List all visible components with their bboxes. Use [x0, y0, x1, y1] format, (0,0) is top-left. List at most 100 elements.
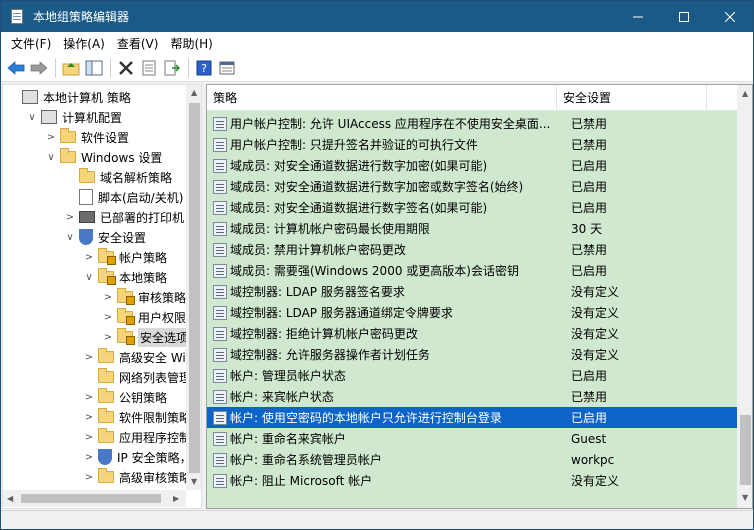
- expand-chevron-icon[interactable]: >: [83, 472, 95, 483]
- policy-row[interactable]: 帐户: 重命名来宾帐户 Guest: [207, 428, 737, 449]
- menu-file[interactable]: 文件(F): [5, 35, 57, 52]
- expand-chevron-icon[interactable]: >: [83, 432, 95, 443]
- policy-row[interactable]: 域控制器: LDAP 服务器通道绑定令牌要求 没有定义: [207, 302, 737, 323]
- show-hide-tree-button[interactable]: [83, 57, 105, 79]
- security-setting-value: 已启用: [571, 180, 608, 194]
- policy-row[interactable]: 帐户: 使用空密码的本地帐户只允许进行控制台登录 已启用: [207, 407, 737, 428]
- collapse-chevron-icon[interactable]: ∨: [26, 112, 38, 123]
- policy-row[interactable]: 帐户: 阻止 Microsoft 帐户 没有定义: [207, 470, 737, 491]
- list-vertical-scroll-thumb[interactable]: [740, 415, 751, 485]
- tree-item[interactable]: ∨ 计算机配置: [26, 107, 122, 127]
- policy-list-pane[interactable]: 策略 安全设置 用户帐户控制: 允许 UIAccess 应用程序在不使用安全桌面…: [206, 84, 753, 509]
- scroll-down-arrow-icon[interactable]: ▼: [742, 493, 748, 502]
- expand-chevron-icon[interactable]: >: [83, 352, 95, 363]
- export-icon: [164, 60, 180, 75]
- tree-item[interactable]: > 安全选项: [102, 327, 191, 347]
- tree-pane[interactable]: 本地计算机 策略 ∨ 计算机配置 > 软件设置 ∨ Windows 设置 域名解析策略 脚本(启…: [2, 84, 202, 509]
- forward-button[interactable]: [28, 57, 50, 79]
- tree-item[interactable]: 网络列表管理器: [83, 367, 201, 387]
- policy-icon: [213, 263, 227, 278]
- scroll-up-arrow-icon[interactable]: ▲: [742, 89, 748, 98]
- expand-chevron-icon[interactable]: >: [45, 132, 57, 143]
- expand-chevron-icon[interactable]: >: [102, 332, 114, 343]
- tree-item[interactable]: > 审核策略: [102, 287, 186, 307]
- tree-item[interactable]: > 帐户策略: [83, 247, 167, 267]
- tree-item[interactable]: > 高级审核策略配: [83, 467, 201, 487]
- column-header-setting[interactable]: 安全设置: [557, 85, 707, 110]
- minimize-button[interactable]: [615, 1, 661, 32]
- menu-action[interactable]: 操作(A): [57, 35, 111, 52]
- tree-vertical-scroll-thumb[interactable]: [189, 103, 200, 473]
- policy-row[interactable]: 域成员: 禁用计算机帐户密码更改 已禁用: [207, 239, 737, 260]
- policy-row[interactable]: 域成员: 对安全通道数据进行数字加密(如果可能) 已启用: [207, 155, 737, 176]
- menu-view[interactable]: 查看(V): [111, 35, 165, 52]
- security-setting-value: 已启用: [571, 159, 608, 173]
- up-folder-icon: [62, 62, 80, 75]
- tree-item[interactable]: > 用户权限分: [102, 307, 198, 327]
- security-setting-value: workpc: [571, 452, 615, 467]
- policy-icon: [213, 305, 227, 320]
- title-bar[interactable]: 本地组策略编辑器: [1, 1, 753, 32]
- tree-item[interactable]: ∨ 本地策略: [83, 267, 167, 287]
- tree-item[interactable]: > 公钥策略: [83, 387, 167, 407]
- expand-chevron-icon[interactable]: >: [83, 252, 95, 263]
- column-header-policy[interactable]: 策略: [207, 85, 557, 110]
- policy-row[interactable]: 域控制器: LDAP 服务器签名要求 没有定义: [207, 281, 737, 302]
- policy-row[interactable]: 域成员: 对安全通道数据进行数字签名(如果可能) 已启用: [207, 197, 737, 218]
- tree-item[interactable]: ∨ Windows 设置: [45, 147, 162, 167]
- up-folder-button[interactable]: [60, 57, 82, 79]
- policy-row[interactable]: 帐户: 管理员帐户状态 已启用: [207, 365, 737, 386]
- scroll-left-arrow-icon[interactable]: ◀: [7, 494, 13, 503]
- policy-icon: [213, 242, 227, 257]
- tree-item-label: 本地计算机 策略: [43, 90, 131, 105]
- export-list-button[interactable]: [161, 57, 183, 79]
- help-button[interactable]: ?: [193, 57, 215, 79]
- tree-horizontal-scroll-thumb[interactable]: [21, 494, 161, 503]
- scroll-down-arrow-icon[interactable]: ▼: [191, 477, 197, 486]
- expand-chevron-icon[interactable]: >: [102, 312, 114, 323]
- properties-button[interactable]: [138, 57, 160, 79]
- scroll-up-arrow-icon[interactable]: ▲: [191, 88, 197, 97]
- tree-item[interactable]: > 高级安全 Wind: [83, 347, 201, 367]
- tree-item-label: 软件限制策略: [119, 410, 192, 425]
- policy-row[interactable]: 域控制器: 允许服务器操作者计划任务 没有定义: [207, 344, 737, 365]
- policy-icon: [213, 473, 227, 488]
- filter-button[interactable]: [216, 57, 238, 79]
- policy-row[interactable]: 帐户: 来宾帐户状态 已禁用: [207, 386, 737, 407]
- tree-item[interactable]: > 软件设置: [45, 127, 129, 147]
- policy-row[interactable]: 域成员: 需要强(Windows 2000 或更高版本)会话密钥 已启用: [207, 260, 737, 281]
- back-button[interactable]: [5, 57, 27, 79]
- tree-item[interactable]: > IP 安全策略，在: [83, 447, 201, 467]
- collapse-chevron-icon[interactable]: ∨: [45, 152, 57, 163]
- tree-item[interactable]: 脚本(启动/关机): [64, 187, 183, 207]
- expand-chevron-icon[interactable]: >: [83, 452, 95, 463]
- policy-row[interactable]: 域成员: 计算机帐户密码最长使用期限 30 天: [207, 218, 737, 239]
- policy-row[interactable]: 域控制器: 拒绝计算机帐户密码更改 没有定义: [207, 323, 737, 344]
- policy-name: 帐户: 重命名系统管理员帐户: [230, 453, 382, 467]
- policy-row[interactable]: 用户帐户控制: 允许 UIAccess 应用程序在不使用安全桌面... 已禁用: [207, 113, 737, 134]
- tree-item[interactable]: > 软件限制策略: [83, 407, 191, 427]
- expand-chevron-icon[interactable]: >: [83, 392, 95, 403]
- maximize-button[interactable]: [661, 1, 707, 32]
- scroll-right-arrow-icon[interactable]: ▶: [173, 494, 179, 503]
- policy-name: 帐户: 阻止 Microsoft 帐户: [230, 474, 373, 488]
- collapse-chevron-icon[interactable]: ∨: [83, 272, 95, 283]
- collapse-chevron-icon[interactable]: ∨: [64, 232, 76, 243]
- close-button[interactable]: [707, 1, 753, 32]
- tree-item[interactable]: 本地计算机 策略: [7, 87, 131, 107]
- tree-item[interactable]: ∨ 安全设置: [64, 227, 146, 247]
- expand-chevron-icon[interactable]: >: [83, 412, 95, 423]
- policy-row[interactable]: 域成员: 对安全通道数据进行数字加密或数字签名(始终) 已启用: [207, 176, 737, 197]
- tree-item[interactable]: 域名解析策略: [64, 167, 172, 187]
- expand-chevron-icon[interactable]: >: [102, 292, 114, 303]
- policy-row[interactable]: 帐户: 重命名系统管理员帐户 workpc: [207, 449, 737, 470]
- expand-chevron-icon[interactable]: >: [64, 212, 76, 223]
- tree-item[interactable]: > 应用程序控制策: [83, 427, 201, 447]
- tree-item-label: 计算机配置: [62, 110, 123, 125]
- policy-icon: [213, 452, 227, 467]
- tree-item-label: 本地策略: [119, 270, 168, 285]
- delete-button[interactable]: [115, 57, 137, 79]
- policy-row[interactable]: 用户帐户控制: 只提升签名并验证的可执行文件 已禁用: [207, 134, 737, 155]
- tree-item[interactable]: > 已部署的打印机: [64, 207, 184, 227]
- menu-help[interactable]: 帮助(H): [164, 35, 218, 52]
